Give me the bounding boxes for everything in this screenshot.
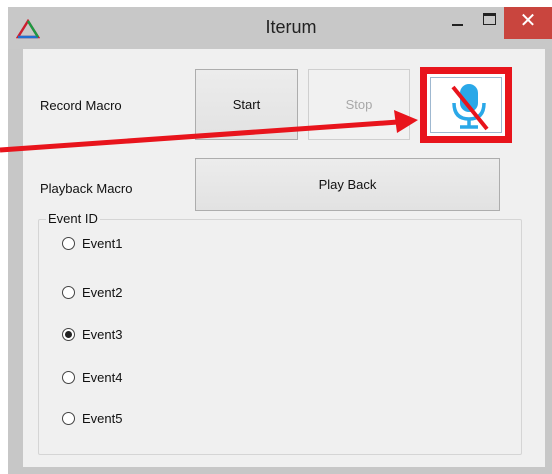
playback-macro-label: Playback Macro [40, 181, 133, 196]
radio-button[interactable] [62, 236, 75, 250]
radio-label: Event3 [82, 326, 123, 342]
radio-event5[interactable]: Event5 [62, 408, 122, 428]
radio-button[interactable] [62, 370, 75, 384]
radio-button[interactable] [62, 411, 75, 425]
radio-label: Event5 [82, 410, 123, 426]
radio-button[interactable] [62, 285, 75, 299]
radio-event2[interactable]: Event2 [62, 282, 122, 302]
radio-button[interactable] [62, 327, 75, 341]
radio-event3[interactable]: Event3 [62, 324, 122, 344]
close-button[interactable]: ✕ [504, 7, 552, 39]
start-button[interactable]: Start [195, 69, 298, 140]
record-macro-label: Record Macro [40, 98, 122, 113]
title-bar[interactable]: Iterum ✕ [8, 7, 552, 49]
microphone-muted-icon [451, 84, 489, 131]
client-area: Record Macro Start Stop Playback Macro P… [23, 49, 545, 467]
radio-label: Event2 [82, 284, 123, 300]
mute-microphone-button[interactable] [420, 67, 512, 143]
event-id-group-title: Event ID [46, 211, 100, 226]
radio-event4[interactable]: Event4 [62, 367, 122, 387]
radio-label: Event4 [82, 369, 123, 385]
maximize-button[interactable] [474, 7, 504, 39]
radio-label: Event1 [82, 235, 123, 251]
radio-event1[interactable]: Event1 [62, 233, 122, 253]
app-window: Iterum ✕ Record Macro Start Stop Playbac… [8, 7, 552, 474]
stop-button[interactable]: Stop [308, 69, 410, 140]
play-back-button[interactable]: Play Back [195, 158, 500, 211]
minimize-button[interactable] [440, 7, 474, 39]
